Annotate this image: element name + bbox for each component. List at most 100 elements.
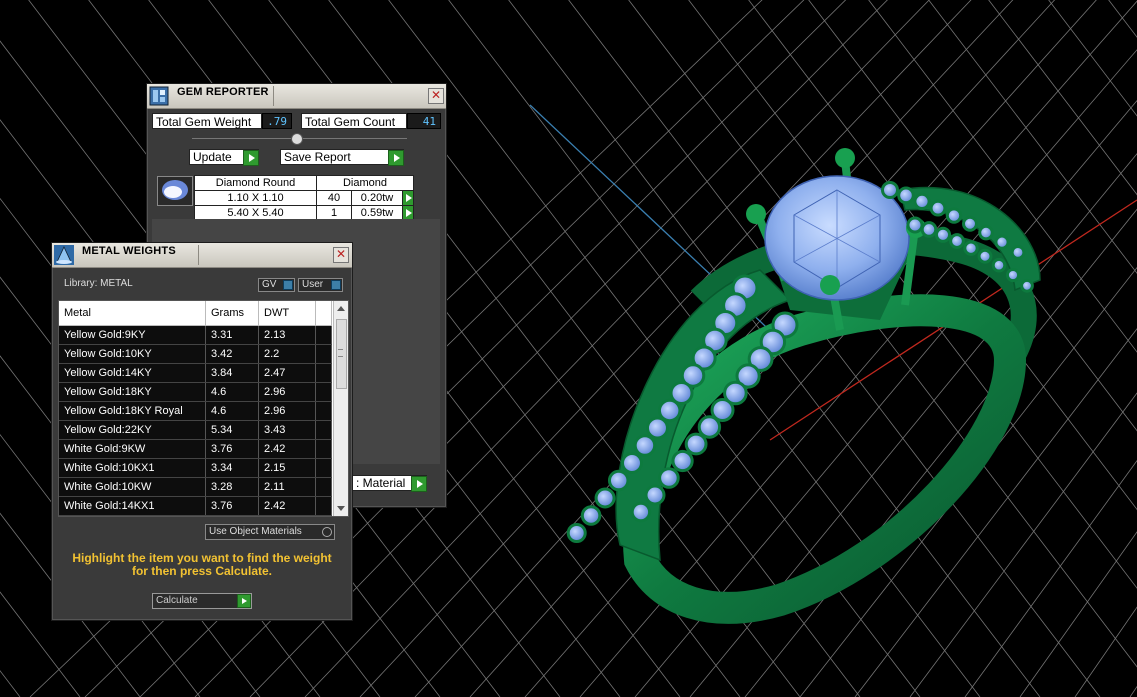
table-row[interactable]: Yellow Gold:22KY 5.34 3.43 bbox=[59, 420, 332, 440]
grams-cell: 4.6 bbox=[205, 382, 259, 402]
metal-name-cell: White Gold:14K PdW bbox=[59, 515, 206, 516]
total-gem-count-value: 41 bbox=[407, 113, 441, 129]
empty-cell bbox=[315, 344, 332, 364]
gem-row-go-icon[interactable] bbox=[402, 190, 414, 206]
pave-gem bbox=[963, 240, 979, 256]
metal-weights-app-icon bbox=[54, 245, 74, 265]
scroll-down-icon[interactable] bbox=[337, 506, 345, 511]
gem-size-cell: 1.10 X 1.10 bbox=[194, 190, 317, 206]
pave-gem bbox=[929, 199, 947, 217]
pave-gem bbox=[881, 181, 899, 199]
pave-gem bbox=[897, 186, 915, 205]
table-row[interactable]: White Gold:10KW 3.28 2.11 bbox=[59, 477, 332, 497]
empty-cell bbox=[315, 420, 332, 440]
dwt-cell: 2.96 bbox=[258, 382, 316, 402]
gem-weight-cell: 0.20tw bbox=[351, 190, 403, 206]
metal-weights-titlebar[interactable]: METAL WEIGHTS ✕ bbox=[52, 243, 352, 268]
update-button-label: Update bbox=[193, 150, 232, 164]
calculate-button[interactable]: Calculate bbox=[152, 593, 252, 609]
table-row[interactable]: White Gold:14KX1 3.76 2.42 bbox=[59, 496, 332, 516]
table-row[interactable]: Yellow Gold:18KY Royal 4.6 2.96 bbox=[59, 401, 332, 421]
table-row[interactable]: White Gold:14K PdW4.32.76 bbox=[59, 515, 332, 516]
gem-reporter-titlebar[interactable]: GEM REPORTER ✕ bbox=[147, 84, 446, 109]
table-row[interactable]: White Gold:9KW 3.76 2.42 bbox=[59, 439, 332, 459]
save-report-go-icon bbox=[388, 150, 404, 166]
pave-gem bbox=[645, 416, 669, 440]
empty-cell bbox=[315, 401, 332, 421]
use-object-materials-toggle[interactable]: Use Object Materials bbox=[205, 524, 335, 540]
dwt-cell: 2.13 bbox=[258, 325, 316, 345]
grams-cell: 3.31 bbox=[205, 325, 259, 345]
table-row[interactable]: Yellow Gold:14KY 3.84 2.47 bbox=[59, 363, 332, 383]
metal-name-cell: Yellow Gold:10KY bbox=[59, 344, 206, 364]
metal-name-cell: White Gold:10KX1 bbox=[59, 458, 206, 478]
table-row[interactable]: Yellow Gold:9KY 3.31 2.13 bbox=[59, 325, 332, 345]
calculate-button-label: Calculate bbox=[156, 595, 198, 606]
pave-gem bbox=[945, 207, 963, 224]
metal-name-cell: Yellow Gold:18KY Royal bbox=[59, 401, 206, 421]
material-button[interactable]: : Material bbox=[352, 475, 427, 492]
splitter-handle-icon[interactable] bbox=[291, 133, 303, 145]
metal-name-cell: Yellow Gold:22KY bbox=[59, 420, 206, 440]
gem-row[interactable]: 1.10 X 1.10 40 0.20tw bbox=[194, 190, 414, 206]
table-row[interactable]: Yellow Gold:18KY 4.6 2.96 bbox=[59, 382, 332, 402]
instruction-line-2: for then press Calculate. bbox=[131, 564, 273, 578]
grams-cell: 3.76 bbox=[205, 496, 259, 516]
dwt-cell: 2.2 bbox=[258, 344, 316, 364]
gem-reporter-close-icon[interactable]: ✕ bbox=[428, 88, 444, 104]
pave-gem bbox=[658, 467, 680, 489]
pave-gem bbox=[962, 215, 978, 232]
metal-name-cell: White Gold:10KW bbox=[59, 477, 206, 497]
metal-weights-title: METAL WEIGHTS bbox=[82, 245, 176, 257]
diamond-thumbnail-icon bbox=[157, 176, 193, 206]
empty-cell bbox=[315, 515, 332, 516]
dwt-cell: 2.47 bbox=[258, 363, 316, 383]
dwt-cell: 2.42 bbox=[258, 496, 316, 516]
save-report-button-label: Save Report bbox=[284, 150, 351, 164]
pave-gem bbox=[1010, 245, 1026, 260]
table-row[interactable]: White Gold:10KX1 3.34 2.15 bbox=[59, 458, 332, 478]
empty-cell bbox=[315, 496, 332, 516]
title-separator bbox=[273, 86, 274, 106]
dwt-cell: 2.15 bbox=[258, 458, 316, 478]
metal-column-header[interactable]: Metal bbox=[59, 301, 206, 326]
grams-column-header[interactable]: Grams bbox=[205, 301, 259, 326]
table-row[interactable]: Yellow Gold:10KY 3.42 2.2 bbox=[59, 344, 332, 364]
pave-gem bbox=[978, 224, 994, 241]
update-button[interactable]: Update bbox=[189, 149, 259, 166]
gem-shape-header: Diamond Round bbox=[194, 175, 317, 191]
metal-table-container[interactable]: Metal Grams DWT Yellow Gold:9KY 3.31 2.13 Y… bbox=[58, 300, 349, 517]
library-label: Library: METAL bbox=[64, 278, 133, 289]
pave-gem bbox=[697, 415, 722, 439]
pave-gem bbox=[991, 257, 1007, 273]
metal-name-cell: Yellow Gold:9KY bbox=[59, 325, 206, 345]
save-report-button[interactable]: Save Report bbox=[280, 149, 404, 166]
grams-cell: 4.3 bbox=[205, 515, 259, 516]
pave-gem bbox=[949, 233, 965, 249]
use-object-materials-label: Use Object Materials bbox=[209, 526, 302, 537]
pave-gem bbox=[934, 226, 952, 243]
grams-cell: 3.84 bbox=[205, 363, 259, 383]
gv-toggle[interactable]: GV bbox=[258, 278, 295, 292]
user-toggle-label: User bbox=[302, 279, 324, 290]
dwt-column-header[interactable]: DWT bbox=[258, 301, 316, 326]
pave-gem bbox=[913, 192, 931, 210]
scroll-up-icon[interactable] bbox=[337, 306, 345, 311]
dwt-cell: 3.43 bbox=[258, 420, 316, 440]
empty-cell bbox=[315, 477, 332, 497]
metal-table-scrollbar[interactable] bbox=[333, 301, 348, 516]
user-toggle-knob-icon bbox=[331, 280, 341, 290]
empty-cell bbox=[315, 382, 332, 402]
dwt-cell: 2.42 bbox=[258, 439, 316, 459]
user-toggle[interactable]: User bbox=[298, 278, 343, 292]
pave-gem bbox=[580, 505, 602, 526]
metal-weights-close-icon[interactable]: ✕ bbox=[333, 247, 349, 263]
gem-reporter-title: GEM REPORTER bbox=[177, 86, 269, 98]
pave-gem bbox=[594, 487, 616, 509]
pave-gem bbox=[644, 484, 666, 506]
total-gem-count-label: Total Gem Count bbox=[301, 113, 407, 129]
gem-count-cell: 40 bbox=[316, 190, 352, 206]
grams-cell: 3.76 bbox=[205, 439, 259, 459]
empty-cell bbox=[315, 363, 332, 383]
extra-column-header bbox=[315, 301, 332, 326]
